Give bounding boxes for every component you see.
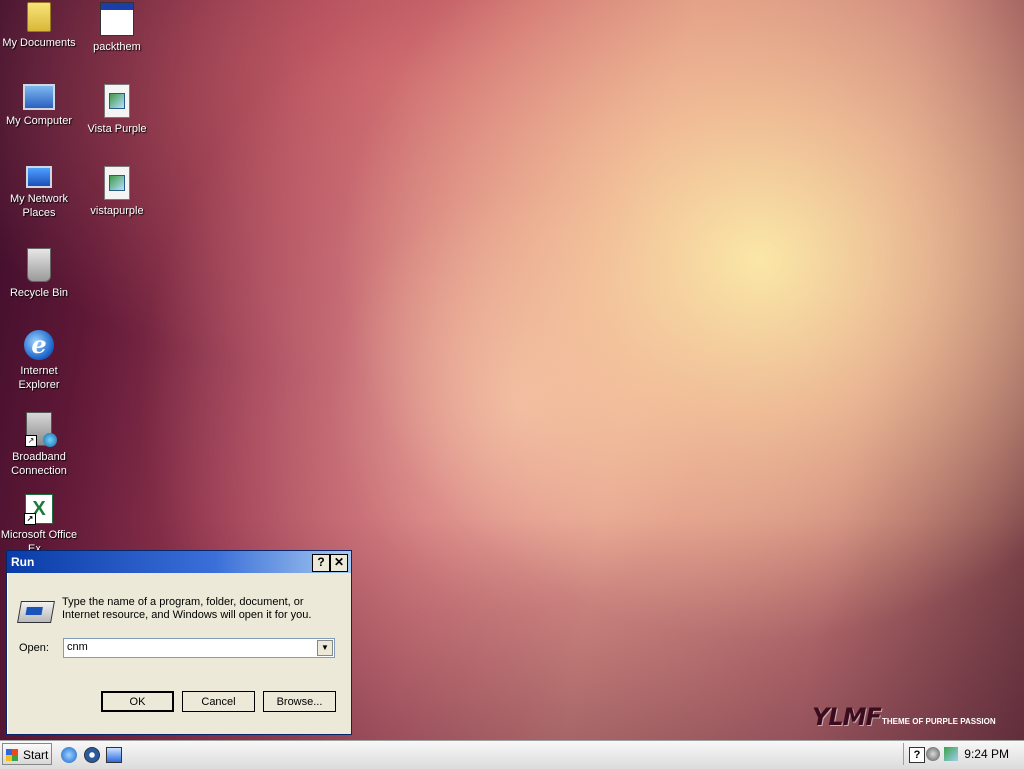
run-program-icon: [17, 601, 55, 623]
desktop-icon-vistapurple[interactable]: vistapurple: [78, 166, 156, 218]
computer-icon: [23, 84, 55, 110]
recycle-bin-icon: [27, 248, 51, 282]
shortcut-arrow-icon: ↗: [24, 513, 36, 525]
desktop-icon-label: vistapurple: [90, 205, 144, 217]
sync-icon[interactable]: [926, 747, 940, 761]
broadband-icon: ↗: [25, 412, 57, 447]
desktop-icon-packthem[interactable]: packthem: [78, 2, 156, 54]
run-description: Type the name of a program, folder, docu…: [62, 596, 312, 621]
desktop-icon-label: My Network Places: [9, 193, 69, 219]
run-dialog-title: Run: [11, 555, 35, 569]
desktop-icon-broadband-connection[interactable]: ↗ Broadband Connection: [0, 412, 78, 478]
internet-explorer-icon: e: [24, 330, 54, 360]
folder-icon: [27, 2, 51, 32]
cancel-button[interactable]: Cancel: [182, 691, 255, 712]
theme-tagline: THEME OF PURPLE PASSION: [882, 717, 996, 726]
desktop-icon-label: Broadband Connection: [11, 451, 67, 477]
theme-watermark: YLMF THEME OF PURPLE PASSION: [812, 703, 996, 731]
desktop-icon-internet-explorer[interactable]: e Internet Explorer: [0, 330, 78, 392]
windows-logo-icon: [6, 749, 18, 761]
window-icon: [100, 2, 134, 36]
show-desktop-icon[interactable]: [106, 747, 122, 763]
desktop-icon-vista-purple[interactable]: Vista Purple: [78, 84, 156, 136]
open-label: Open:: [19, 642, 49, 654]
chevron-down-icon[interactable]: ▼: [317, 640, 333, 656]
help-icon[interactable]: ?: [909, 747, 925, 763]
desktop-icon-label: Recycle Bin: [9, 287, 69, 299]
open-input[interactable]: [64, 639, 313, 655]
theme-logo: YLMF: [812, 703, 882, 731]
desktop-icon-label: Vista Purple: [87, 123, 147, 135]
image-file-icon: [104, 84, 130, 118]
desktop-icon-label: packthem: [93, 41, 141, 53]
desktop-icon-label: My Computer: [5, 115, 73, 127]
network-icon: [26, 166, 52, 188]
start-button[interactable]: Start: [2, 743, 52, 765]
help-button[interactable]: ?: [312, 554, 330, 572]
system-tray: ? 9:24 PM: [903, 743, 1024, 765]
desktop-icon-my-documents[interactable]: My Documents: [0, 2, 78, 50]
taskbar: Start ? 9:24 PM: [0, 740, 1024, 769]
network-status-icon[interactable]: [944, 747, 958, 761]
desktop-icon-microsoft-office-excel[interactable]: X ↗ Microsoft Office Ex...: [0, 494, 78, 556]
open-combobox[interactable]: ▼: [63, 638, 335, 658]
desktop-icon-my-network-places[interactable]: My Network Places: [0, 166, 78, 220]
ok-button[interactable]: OK: [101, 691, 174, 712]
image-file-icon: [104, 166, 130, 200]
desktop-icon-label: My Documents: [2, 37, 76, 49]
internet-explorer-icon[interactable]: [61, 747, 77, 763]
desktop-icon-label: Internet Explorer: [18, 365, 60, 391]
excel-icon: X ↗: [24, 494, 53, 525]
shortcut-arrow-icon: ↗: [25, 435, 37, 447]
clock[interactable]: 9:24 PM: [964, 747, 1009, 761]
desktop-icon-my-computer[interactable]: My Computer: [0, 84, 78, 128]
browse-button[interactable]: Browse...: [263, 691, 336, 712]
run-dialog-titlebar[interactable]: Run ? ✕: [7, 551, 351, 573]
desktop-icon-recycle-bin[interactable]: Recycle Bin: [0, 248, 78, 300]
run-dialog: Run ? ✕ Type the name of a program, fold…: [6, 550, 352, 735]
start-label: Start: [23, 748, 49, 762]
media-player-icon[interactable]: [84, 747, 100, 763]
close-button[interactable]: ✕: [330, 554, 348, 572]
